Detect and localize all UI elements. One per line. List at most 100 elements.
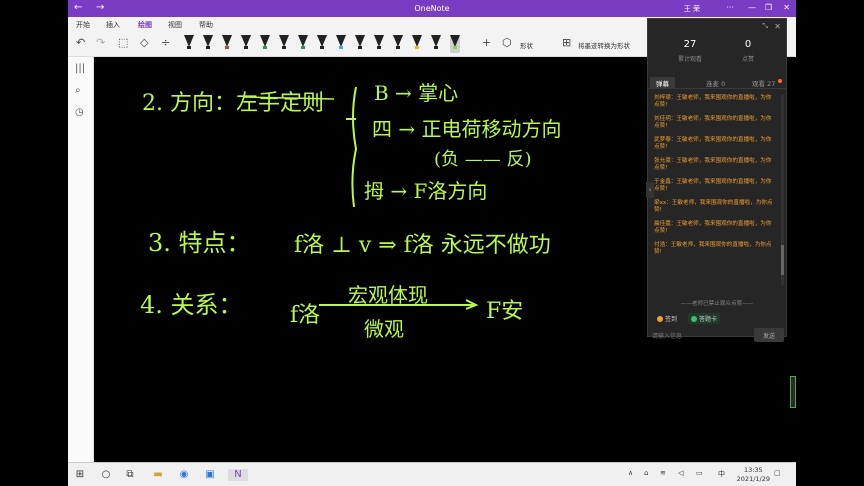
tray-wifi-icon[interactable]: ≋ (660, 469, 666, 477)
tab-viewers[interactable]: 观看 27 (752, 78, 775, 88)
note-line-relation: 4. 关系： (140, 291, 243, 319)
search-icon[interactable]: ⌕ (75, 85, 81, 96)
pen-7[interactable] (298, 35, 308, 53)
answer-card-label: 答题卡 (699, 316, 718, 323)
pen-color-swatch (244, 46, 248, 49)
chat-input[interactable] (652, 330, 750, 342)
close-window-icon[interactable]: ✕ (783, 3, 790, 12)
chat-message: 刘梓璟：王敏老师，我来围观你的直播啦，为你点赞! (654, 95, 772, 108)
pen-15[interactable] (450, 35, 460, 53)
note-b-palm: B → 掌心 (374, 81, 459, 105)
pen-9[interactable] (336, 35, 346, 53)
pen-8[interactable] (317, 35, 327, 53)
tab-danmaku[interactable]: 弹幕 (650, 77, 675, 89)
note-f-ampere: F安 (486, 299, 524, 324)
pen-5[interactable] (260, 35, 270, 53)
page-scroll-indicator[interactable] (790, 376, 796, 408)
answer-card-button[interactable]: 答题卡 (688, 313, 721, 324)
chat-message-list[interactable]: 刘梓璟：王敏老师，我来围观你的直播啦，为你点赞! 刘佳玥：王敏老师，我来围观你的直… (654, 95, 776, 263)
pen-color-swatch (339, 46, 343, 49)
note-line-feature: 3. 特点： (148, 229, 251, 257)
pen-3[interactable] (222, 35, 232, 53)
chat-message: 张允豪：王敏老师，我来围观你的直播啦，为你点赞! (654, 158, 772, 171)
menu-help[interactable]: 帮助 (199, 20, 213, 30)
pen-color-swatch (358, 46, 362, 49)
send-button[interactable]: 发送 (754, 328, 784, 342)
undo-icon[interactable]: ↶ (76, 36, 85, 49)
note-micro: 微观 (364, 317, 404, 341)
note-line-direction: 2. 方向：左手定则 (142, 91, 324, 116)
tray-network-icon[interactable]: ⌂ (644, 469, 648, 477)
pen-color-swatch (263, 46, 267, 49)
menu-home[interactable]: 开始 (76, 20, 90, 30)
user-name[interactable]: 王 荣 (684, 4, 700, 14)
notifications-icon[interactable]: ▢ (774, 469, 781, 477)
minimize-icon[interactable]: — (748, 3, 756, 12)
signin-button[interactable]: 签到 (654, 313, 680, 324)
insert-space-icon[interactable]: ÷ (161, 36, 170, 49)
pen-color-swatch (377, 46, 381, 49)
pen-color-swatch (282, 46, 286, 49)
notebooks-icon[interactable]: ||| (75, 63, 85, 74)
chat-message: 武梦泰：王敏老师，我来围观你的直播啦，为你点赞! (654, 137, 772, 150)
edge-browser-icon[interactable]: ◉ (178, 469, 190, 481)
start-windows-icon[interactable]: ⊞ (74, 469, 86, 481)
left-navigation-rail: ||| ⌕ ◷ (68, 57, 94, 462)
note-negative: (负 —— 反) (434, 149, 532, 170)
search-circle-icon[interactable]: ○ (100, 469, 112, 481)
pen-color-swatch (434, 46, 438, 49)
notification-dot (778, 79, 782, 83)
brace-stroke (351, 86, 358, 208)
clock-time: 13:35 (743, 466, 763, 474)
chat-message: 付浩：王敏老师，我来围观你的直播啦，为你点赞! (654, 242, 772, 255)
pen-10[interactable] (355, 35, 365, 53)
note-f-lorentz: f洛 (290, 303, 321, 328)
chat-scroll-thumb[interactable] (781, 245, 784, 275)
tab-mic[interactable]: 连麦 0 (706, 78, 725, 88)
note-four-fingers: 四 → 正电荷移动方向 (372, 117, 562, 141)
tray-chevron-icon[interactable]: ∧ (628, 469, 633, 477)
add-pen-icon[interactable]: + (482, 36, 491, 49)
menu-insert[interactable]: 插入 (106, 20, 120, 30)
chat-message: 于金鑫：王敏老师，我来围观你的直播啦，为你点赞! (654, 179, 772, 192)
redo-icon[interactable]: ↷ (96, 36, 105, 49)
chat-scrollbar[interactable] (781, 95, 784, 285)
viewers-stat: 27 累计观看 (660, 39, 720, 63)
pen-1[interactable] (184, 35, 194, 53)
close-panel-icon[interactable]: ✕ (774, 22, 781, 31)
ink-to-shape-icon[interactable]: ⊞ (562, 36, 571, 49)
pen-color-swatch (187, 46, 191, 49)
tray-volume-icon[interactable]: ◁ (678, 469, 683, 477)
pen-11[interactable] (374, 35, 384, 53)
pen-14[interactable] (431, 35, 441, 53)
clock[interactable]: 13:35 2021/1/29 (737, 466, 770, 484)
pen-4[interactable] (241, 35, 251, 53)
recent-icon[interactable]: ◷ (75, 107, 84, 118)
collapse-panel-handle[interactable]: ‹ (646, 182, 654, 198)
maximize-icon[interactable]: ❐ (765, 3, 772, 12)
ink-to-shape-label[interactable]: 将墨迹转换为形状 (578, 40, 630, 50)
menu-view[interactable]: 视图 (168, 20, 182, 30)
note-feature-detail: f洛 ⊥ v ⇒ f洛 永远不做功 (294, 233, 551, 258)
ime-indicator[interactable]: 中 (718, 469, 725, 479)
likes-stat: 0 点赞 (718, 39, 778, 63)
lasso-select-icon[interactable]: ⬚ (118, 36, 128, 49)
pen-13[interactable] (412, 35, 422, 53)
pen-2[interactable] (203, 35, 213, 53)
task-view-icon[interactable]: ⧉ (124, 469, 136, 481)
note-thumb: 拇 → F洛方向 (364, 179, 488, 203)
desktop-screen: ← → OneNote 王 荣 ··· — ❐ ✕ 开始 插入 绘图 视图 帮助… (0, 0, 864, 486)
pen-12[interactable] (393, 35, 403, 53)
shapes-label[interactable]: 形状 (520, 40, 533, 50)
onenote-taskbar-icon[interactable]: N (228, 469, 248, 481)
pen-color-swatch (415, 46, 419, 49)
store-icon[interactable]: ▣ (204, 469, 216, 481)
viewers-count: 27 (683, 39, 697, 50)
minimize-panel-icon[interactable]: ⤡ (762, 22, 768, 31)
shape-eraser-icon[interactable]: ◇ (140, 36, 148, 49)
more-options-icon[interactable]: ··· (726, 3, 734, 12)
pen-6[interactable] (279, 35, 289, 53)
file-explorer-icon[interactable]: ▬ (152, 469, 164, 481)
tray-battery-icon[interactable]: ▭ (696, 469, 703, 477)
shapes-icon[interactable]: ⬡ (502, 36, 512, 49)
